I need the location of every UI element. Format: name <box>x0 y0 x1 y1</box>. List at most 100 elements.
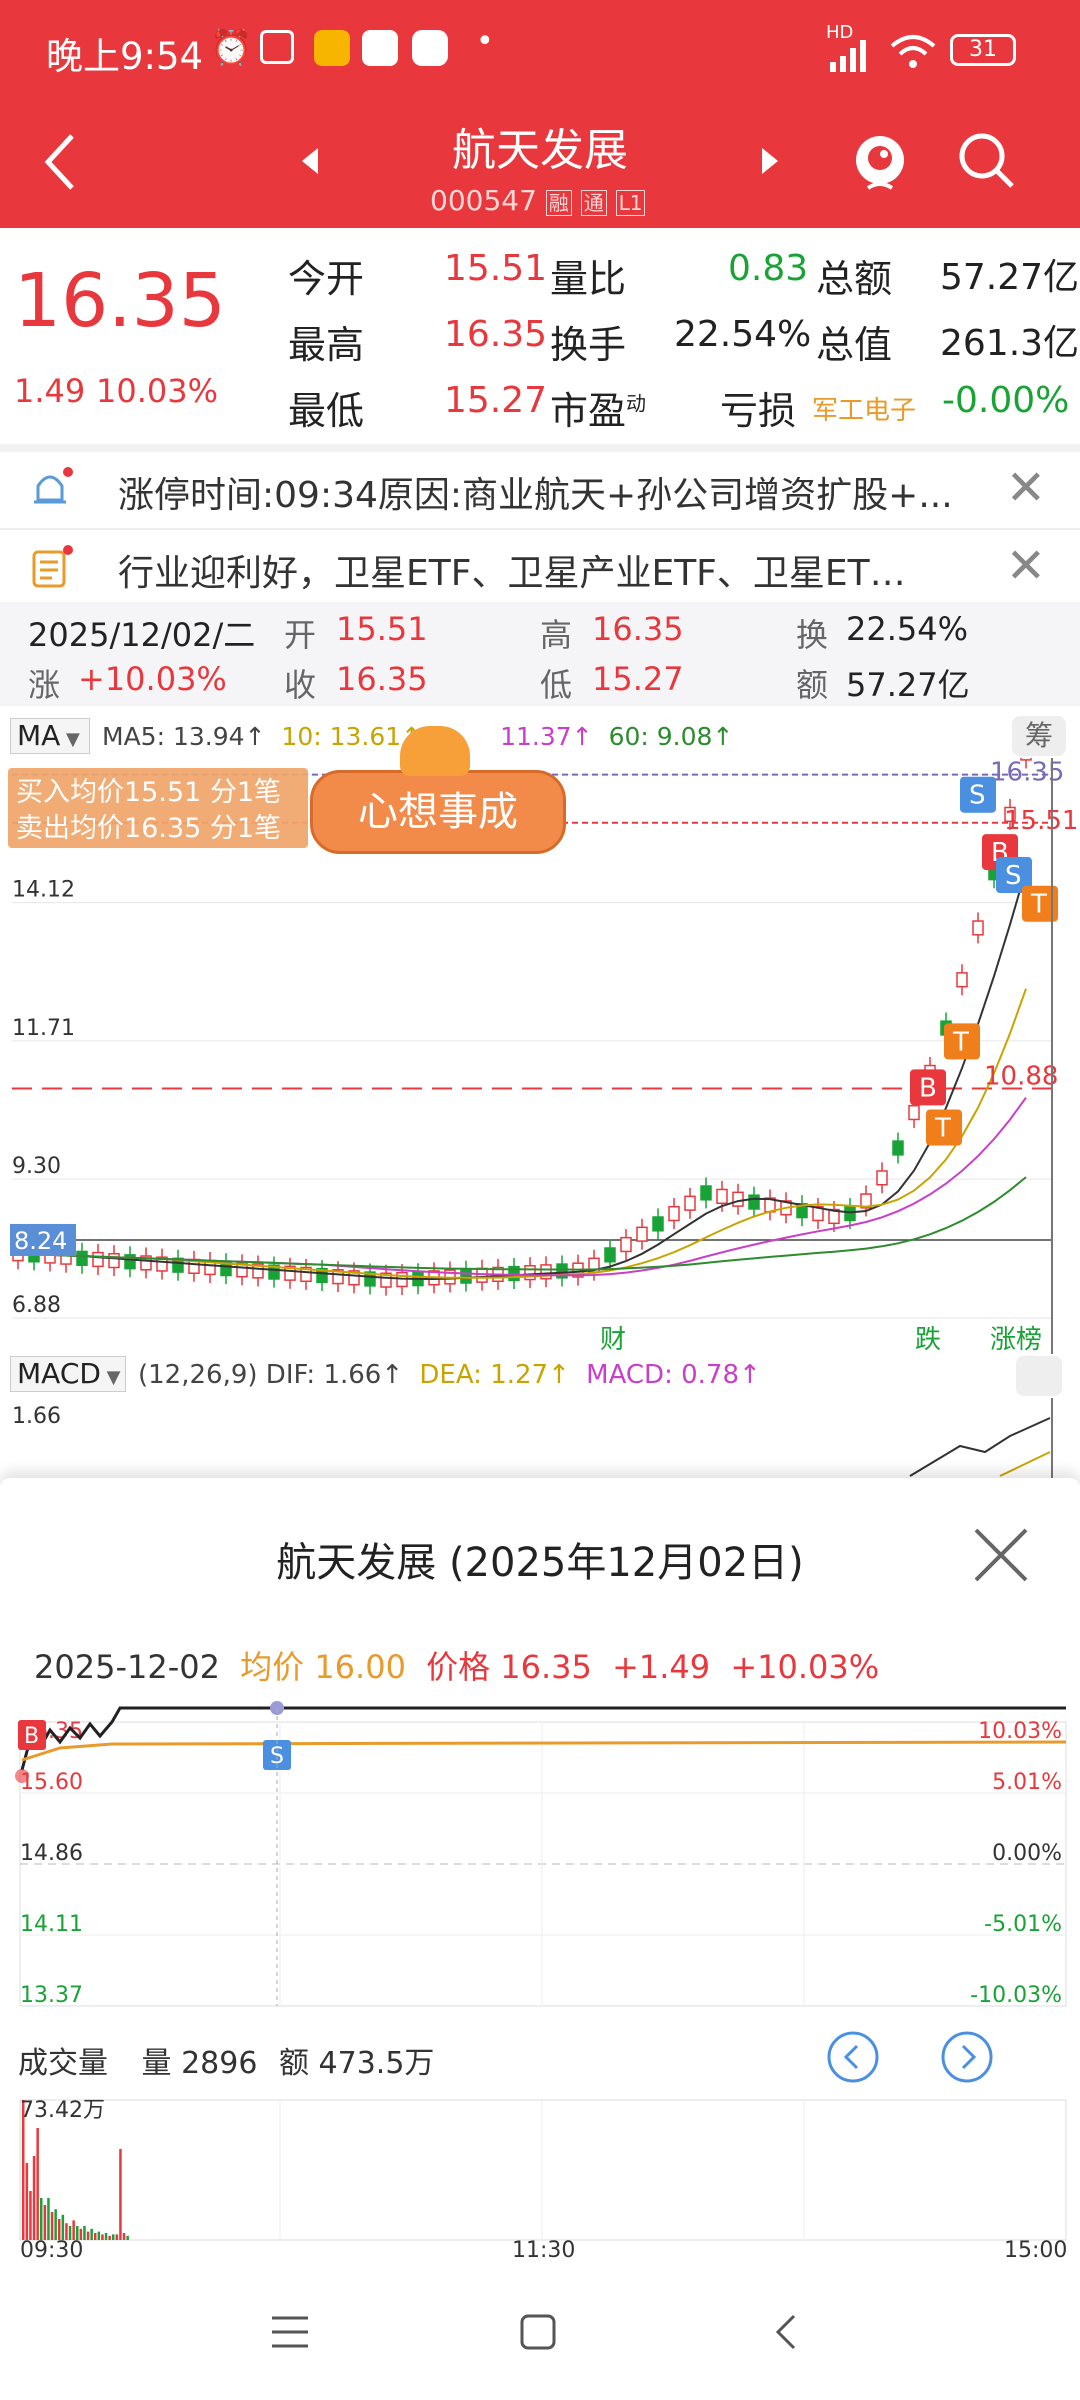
day-low-label: 低 <box>540 666 573 704</box>
candle-body <box>972 920 984 936</box>
volume-bar <box>97 2231 101 2240</box>
back-icon[interactable] <box>766 2312 806 2352</box>
amount-value: 57.27亿 <box>940 257 1080 298</box>
battery-icon: 31 <box>950 34 1016 66</box>
wifi-icon <box>890 35 936 68</box>
volume-bar <box>58 2219 61 2240</box>
intraday-sheet: 航天发展 (2025年12月02日) 2025-12-02 均价 16.00 价… <box>0 1478 1080 2400</box>
support-price-label: 10.88 <box>984 1061 1058 1091</box>
ma20-line <box>17 1097 1027 1277</box>
mascot-icon[interactable] <box>848 126 912 196</box>
notice-text-1: 涨停时间:09:34原因:商业航天+孙公司增资扩股+... <box>118 475 953 516</box>
tiger-mascot-icon <box>400 726 470 776</box>
volume-amount: 量 2896 <box>141 2046 258 2081</box>
current-price-label: 8.24 <box>14 1227 67 1255</box>
day-chg-label: 涨 <box>28 666 61 704</box>
ma60-value: 60: 9.08↑ <box>608 722 734 751</box>
limit-up-notice[interactable]: 涨停时间:09:34原因:商业航天+孙公司增资扩股+... ✕ <box>0 452 1080 528</box>
back-arrow-icon[interactable] <box>40 132 80 192</box>
kline-chart-area[interactable]: MA ▼ MA5: 13.94↑ 10: 13.61↑ 11.37↑ 60: 9… <box>0 708 1080 1354</box>
volume-frame <box>19 2099 1067 2241</box>
high-value: 16.35 <box>444 314 548 355</box>
buy-note: 买入均价15.51 分1笔 <box>16 777 282 808</box>
close-icon[interactable]: ✕ <box>1006 460 1046 516</box>
volume-bar <box>112 2234 115 2240</box>
day-open-label: 开 <box>284 616 317 654</box>
volume-header: 成交量 量 2896 额 473.5万 <box>18 2038 434 2082</box>
close-icon[interactable]: ✕ <box>1006 538 1046 594</box>
high-label: 最高 <box>288 323 365 367</box>
prev-stock-icon[interactable] <box>298 146 322 176</box>
app-icon-2 <box>362 30 398 66</box>
volume-title: 成交量 <box>18 2046 108 2081</box>
next-day-icon[interactable] <box>940 2030 994 2084</box>
intraday-chg: +1.49 <box>612 1648 711 1686</box>
candle-body <box>876 1170 888 1186</box>
sector-link[interactable]: 军工电子 <box>812 390 916 427</box>
candle-body <box>476 1267 488 1283</box>
low-label: 最低 <box>288 389 365 433</box>
candle-body <box>668 1205 680 1222</box>
day-close-label: 收 <box>284 666 317 704</box>
macd-panel[interactable]: MACD ▼ (12,26,9) DIF: 1.66↑ DEA: 1.27↑ M… <box>0 1348 1080 1478</box>
macd-selector[interactable]: MACD ▼ <box>10 1356 126 1392</box>
menu-icon[interactable] <box>270 2312 310 2352</box>
margin-tag: 融 <box>545 190 572 216</box>
candle-body <box>748 1194 760 1210</box>
vol-ratio-value: 0.83 <box>728 248 809 289</box>
volume-bar <box>86 2231 90 2240</box>
ma5-line <box>17 869 1027 1280</box>
volume-bar <box>108 2235 111 2240</box>
volume-bar <box>47 2198 50 2240</box>
macd-value: MACD: 0.78↑ <box>586 1360 761 1390</box>
price-change: 1.49 <box>14 372 86 410</box>
candle-body <box>652 1216 664 1232</box>
day-turn-label: 换 <box>796 616 829 654</box>
volume-money: 额 473.5万 <box>278 2046 435 2081</box>
battery-level: 31 <box>969 37 997 62</box>
volume-bar <box>119 2149 122 2240</box>
intraday-pct-label: 0.00% <box>992 1841 1062 1866</box>
stock-name: 航天发展 <box>452 125 628 176</box>
volume-bar <box>43 2205 47 2240</box>
pe-label: 市盈动 <box>550 380 646 435</box>
connect-tag: 通 <box>580 190 607 216</box>
news-notice[interactable]: 行业迎利好，卫星ETF、卫星产业ETF、卫星ET… ✕ <box>0 530 1080 606</box>
volume-bar <box>83 2226 86 2240</box>
candle-body <box>604 1247 616 1263</box>
system-nav-bar <box>0 2284 1080 2400</box>
candle-body <box>92 1251 104 1268</box>
price-line <box>20 1706 1066 1771</box>
day-turn: 22.54% <box>846 610 969 648</box>
day-chg: +10.03% <box>78 660 227 698</box>
macd-svg <box>909 1398 1053 1478</box>
trade-marker-label: T <box>934 1113 951 1143</box>
volume-bar <box>90 2228 93 2240</box>
intraday-chg-pct: +10.03% <box>730 1648 880 1686</box>
search-icon[interactable] <box>956 130 1016 190</box>
day-amt: 57.27亿 <box>846 666 970 704</box>
prev-day-icon[interactable] <box>826 2030 880 2084</box>
home-icon[interactable] <box>518 2312 558 2352</box>
chip-button[interactable]: 筹 <box>1012 716 1066 756</box>
next-stock-icon[interactable] <box>758 146 782 176</box>
sector-pct: -0.00% <box>942 380 1070 421</box>
mktcap-label: 总值 <box>816 323 893 367</box>
macd-dif: DIF: 1.66↑ <box>265 1360 404 1390</box>
volume-bar <box>122 2233 126 2240</box>
ma-selector[interactable]: MA ▼ <box>10 718 90 754</box>
intraday-summary: 2025-12-02 均价 16.00 价格 16.35 +1.49 +10.0… <box>34 1642 879 1688</box>
ma-btn-label: MA <box>17 719 61 752</box>
expand-icon[interactable] <box>1016 1356 1062 1396</box>
intraday-price-label: 14.11 <box>20 1912 83 1937</box>
wish-banner[interactable]: 心想事成 <box>310 770 566 854</box>
close-icon[interactable] <box>972 1526 1030 1584</box>
candle-body <box>732 1191 744 1207</box>
intraday-pct-label: 10.03% <box>978 1719 1062 1744</box>
day-open: 15.51 <box>336 610 428 648</box>
alarm-icon: ⏰ <box>210 28 253 68</box>
price-change-pct: 10.03% <box>96 372 219 410</box>
candle-body <box>108 1252 120 1269</box>
status-time: 晚上9:54 <box>46 35 204 78</box>
trade-marker-label: T <box>1030 890 1047 920</box>
